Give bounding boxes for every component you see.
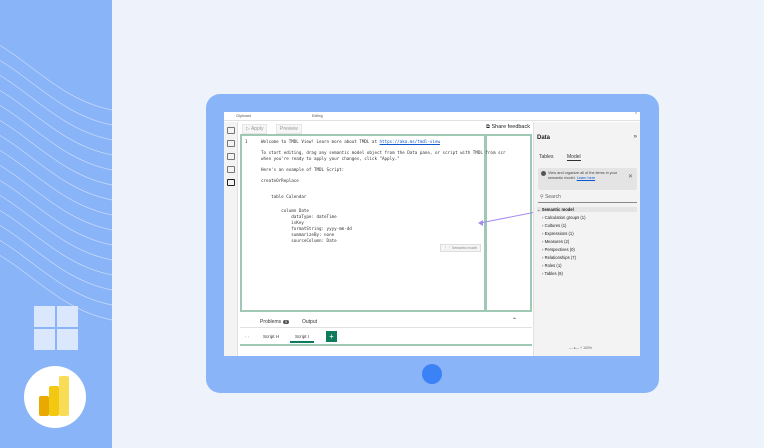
drag-tooltip-label: Semantic model — [451, 246, 478, 250]
report-view-icon[interactable] — [227, 127, 235, 134]
collapse-pane-icon[interactable]: » — [634, 134, 637, 140]
dax-query-view-icon[interactable] — [227, 166, 235, 173]
tree-item-label: Expressions (1) — [544, 231, 574, 236]
tree-item[interactable]: › Relationships (7) — [542, 255, 576, 260]
script-tabs: ‹ › Script H Script I + — [240, 330, 532, 343]
tree-item[interactable]: › Measures (2) — [542, 239, 569, 244]
share-feedback-label: Share feedback — [491, 124, 530, 130]
tree-item-label: Tables (9) — [544, 271, 563, 276]
apply-label: Apply — [250, 126, 264, 132]
line-number: 1 — [245, 139, 248, 144]
tree-item-label: Calculation groups (1) — [544, 215, 586, 220]
tmdl-editor[interactable]: 1 Welcome to TMDL View! Learn more about… — [240, 134, 532, 312]
zoom-level[interactable]: — ●— + 100% — [569, 346, 592, 350]
expand-panel-icon[interactable]: ⌃ — [512, 317, 517, 324]
tree-item[interactable]: › Perspectives (0) — [542, 247, 575, 252]
tab-output[interactable]: Output — [302, 319, 317, 325]
drag-tooltip: ⋮⋮ Semantic model — [440, 244, 482, 252]
power-bi-logo-icon — [24, 366, 86, 428]
tablet-home-button — [422, 364, 442, 384]
model-view-icon[interactable] — [227, 153, 235, 160]
data-pane: Data » Tables Model View and organize al… — [533, 122, 640, 356]
code-line-9: isKey — [261, 220, 304, 225]
zoom-value: 100% — [583, 346, 593, 350]
code-line-8: dataType: dateTime — [261, 214, 337, 219]
output-panel-tabs: Problems 0 Output ⌃ — [240, 314, 532, 328]
search-placeholder: Search — [545, 194, 561, 200]
close-icon[interactable]: ✕ — [628, 173, 633, 180]
tmdl-view-icon[interactable] — [227, 179, 235, 186]
share-feedback-button[interactable]: ⧉ Share feedback — [486, 124, 530, 131]
tree-item-label: Semantic model — [541, 207, 574, 212]
info-banner: View and organize all of the items in yo… — [538, 168, 637, 190]
ribbon-editing-label: Editing — [312, 114, 323, 118]
tab-script-i[interactable]: Script I — [290, 332, 315, 343]
search-input[interactable]: ⚲ Search — [538, 194, 637, 203]
search-icon: ⚲ — [540, 194, 544, 200]
view-switcher-rail — [224, 122, 238, 356]
code-line-2: To start editing, drag any semantic mode… — [261, 150, 506, 155]
tree-item[interactable]: ⌄ Semantic model — [537, 207, 637, 212]
tab-tables[interactable]: Tables — [539, 154, 553, 160]
data-pane-title: Data — [537, 135, 551, 141]
tree-item[interactable]: › Calculation groups (1) — [542, 215, 586, 220]
code-line-11: summarizeBy: none — [261, 232, 335, 237]
code-line-4: Here's an example of TMDL Script: — [261, 167, 345, 172]
apply-button[interactable]: ▷ Apply — [242, 124, 268, 134]
tree-item[interactable]: › Roles (1) — [542, 263, 562, 268]
problems-label: Problems — [260, 319, 282, 325]
add-script-button[interactable]: + — [326, 331, 337, 342]
tree-item-label: Measures (2) — [544, 239, 570, 244]
code-line-12: sourceColumn: Date — [261, 238, 337, 243]
tab-model[interactable]: Model — [567, 154, 581, 161]
tree-item[interactable]: › Cultures (1) — [542, 223, 566, 228]
tree-item-label: Cultures (1) — [544, 223, 567, 228]
tab-script-h[interactable]: Script H — [258, 332, 284, 341]
table-view-icon[interactable] — [227, 140, 235, 147]
editor-text-area[interactable]: 1 Welcome to TMDL View! Learn more about… — [242, 136, 506, 310]
preview-button[interactable]: Preview — [276, 124, 302, 134]
code-line-1-text: Welcome to TMDL View! Learn more about T… — [261, 139, 380, 144]
scroll-left-icon[interactable]: ‹ › — [240, 332, 254, 341]
tree-item-label: Roles (1) — [544, 263, 562, 268]
code-line-5: createOrReplace — [261, 178, 299, 183]
code-line-6: table Calendar — [261, 194, 307, 199]
ribbon-clipboard-label: Clipboard — [236, 114, 251, 118]
learn-here-link[interactable]: Learn here — [577, 176, 595, 180]
windows-logo-icon — [34, 306, 78, 350]
tree-item[interactable]: › Tables (9) — [542, 271, 563, 276]
tmdl-docs-link[interactable]: https://aka.ms/tmdl-view — [380, 139, 441, 144]
decorative-left-panel — [0, 0, 112, 448]
tree-item[interactable]: › Expressions (1) — [542, 231, 574, 236]
status-strip — [240, 344, 532, 346]
powerbi-screen: Clipboard Editing ⌃ ▷ Apply Preview ⧉ Sh… — [224, 112, 640, 356]
tree-item-label: Perspectives (0) — [544, 247, 575, 252]
problems-count-badge: 0 — [283, 320, 290, 324]
code-line-7: column Date — [261, 208, 309, 213]
ribbon-collapse-icon[interactable]: ⌃ — [634, 112, 638, 118]
tab-problems[interactable]: Problems 0 — [260, 319, 290, 325]
info-icon — [541, 171, 546, 176]
toolbar: ▷ Apply Preview ⧉ Share feedback — [240, 122, 532, 134]
code-line-10: formatString: yyyy-mm-dd — [261, 226, 352, 231]
tree-item-label: Relationships (7) — [544, 255, 576, 260]
ribbon: Clipboard Editing ⌃ — [224, 112, 640, 121]
code-line-3: when you're ready to apply your changes,… — [261, 156, 400, 161]
code-line-1: Welcome to TMDL View! Learn more about T… — [261, 139, 440, 144]
info-text: View and organize all of the items in yo… — [548, 171, 618, 180]
